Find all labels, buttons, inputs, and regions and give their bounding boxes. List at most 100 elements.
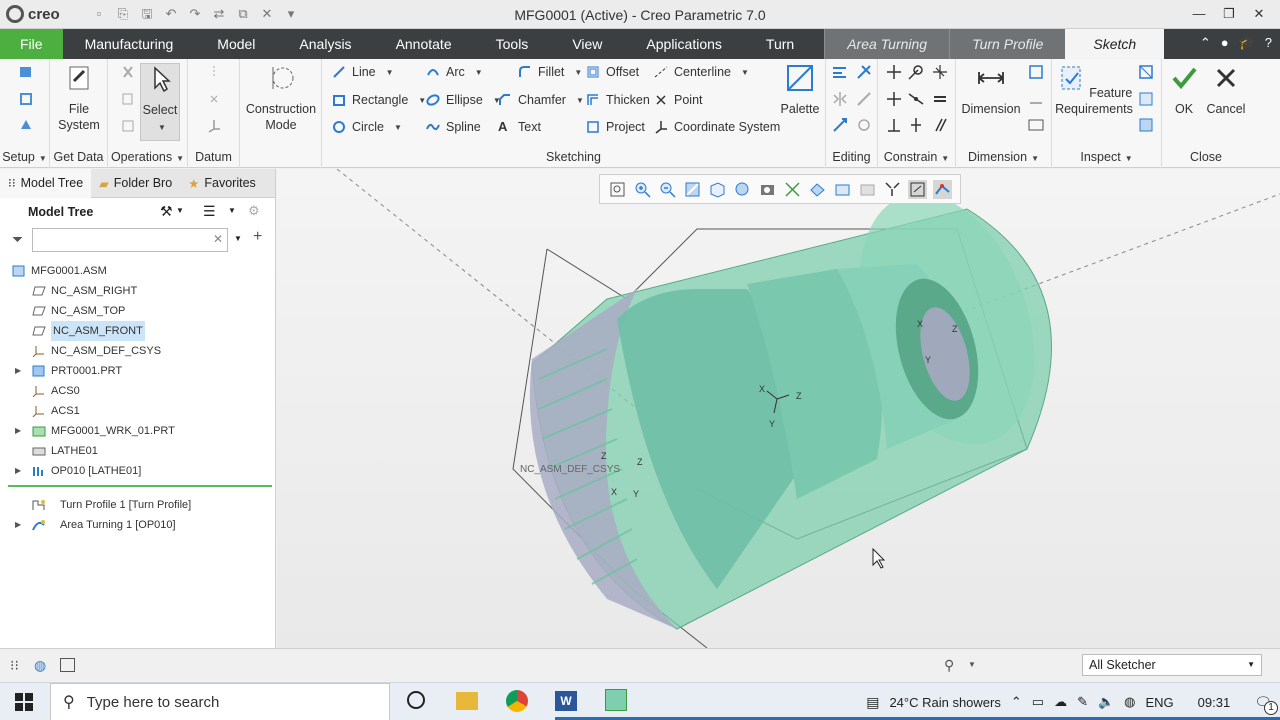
parallel-constraint-icon[interactable] — [932, 117, 948, 133]
graphics-viewport[interactable]: X Z Y X Z Y Z Z X Y NC_ASM_DEF_CSYS — [277, 169, 1280, 648]
hammer-icon[interactable]: ⚒ — [160, 203, 173, 220]
construction-mode-button[interactable]: Construction Mode — [242, 63, 320, 133]
full-screen-icon[interactable] — [60, 658, 75, 672]
graduation-cap-icon[interactable]: 🎓 — [1239, 35, 1255, 51]
offset-button[interactable]: Offset — [586, 65, 639, 79]
select-button[interactable]: Select ▼ — [140, 63, 180, 141]
community-icon[interactable]: ● — [1221, 35, 1229, 51]
reference-dimension-icon[interactable] — [1028, 117, 1044, 133]
language-indicator[interactable]: ENG — [1146, 695, 1174, 710]
overlapping-geometry-icon[interactable] — [1138, 64, 1154, 80]
pen-icon[interactable]: ✎ — [1077, 694, 1088, 710]
minimize-ribbon-icon[interactable]: ⌃ — [1200, 35, 1211, 51]
expand-icon[interactable]: ▶ — [15, 421, 21, 441]
tree-node-prt0001[interactable]: ▶ PRT0001.PRT — [0, 361, 276, 381]
tab-turn[interactable]: Turn — [744, 29, 824, 59]
file-system-button[interactable]: File System — [54, 63, 104, 133]
tab-tools[interactable]: Tools — [474, 29, 551, 59]
tree-node-workpiece[interactable]: ▶ MFG0001_WRK_01.PRT — [0, 421, 276, 441]
dimension-button[interactable]: Dimension — [960, 63, 1022, 117]
fillet-button[interactable]: Fillet ▼ — [518, 65, 582, 79]
sketcher-display-filter-icon[interactable] — [908, 179, 927, 199]
tab-sketch[interactable]: Sketch — [1065, 29, 1165, 59]
taskbar-search[interactable]: ⚲ Type here to search — [50, 683, 390, 720]
cancel-button[interactable]: Cancel — [1204, 63, 1248, 117]
text-button[interactable]: A Text — [498, 120, 541, 135]
operations-group-label[interactable]: Operations ▼ — [108, 150, 187, 164]
perspective-icon[interactable] — [783, 180, 802, 199]
sketch-view-icon[interactable] — [883, 180, 902, 199]
tab-view[interactable]: View — [550, 29, 624, 59]
tab-model-tree[interactable]: ⁝⁝ Model Tree — [0, 168, 92, 198]
weather-text[interactable]: 24°C Rain showers — [889, 695, 1000, 710]
tab-manufacturing[interactable]: Manufacturing — [63, 29, 196, 59]
tree-node-nc-asm-top[interactable]: NC_ASM_TOP — [0, 301, 276, 321]
datum-csys-icon[interactable] — [206, 117, 222, 133]
browser-toggle-icon[interactable]: ◍ — [34, 657, 46, 674]
tree-node-nc-asm-def-csys[interactable]: NC_ASM_DEF_CSYS — [0, 341, 276, 361]
ellipse-button[interactable]: Ellipse ▼ — [426, 93, 501, 107]
settings-dropdown-icon[interactable]: ▼ — [176, 206, 184, 215]
filter-settings-icon[interactable]: ⚙ — [248, 203, 260, 219]
corner-icon[interactable] — [856, 117, 872, 133]
setup-orient-icon[interactable] — [18, 117, 34, 133]
tab-folder-browser[interactable]: ▰ Folder Bro — [91, 169, 180, 198]
datum-display-icon[interactable] — [808, 180, 827, 199]
spin-center-icon[interactable] — [833, 180, 852, 199]
tab-turn-profile[interactable]: Turn Profile — [949, 29, 1066, 59]
volume-icon[interactable]: 🔈 — [1098, 694, 1114, 710]
tree-node-acs1[interactable]: ACS1 — [0, 401, 276, 421]
clock-time[interactable]: 09:31 — [1198, 695, 1231, 710]
find-dropdown-icon[interactable]: ▼ — [968, 660, 976, 669]
arc-button[interactable]: Arc ▼ — [426, 65, 483, 79]
perpendicular-constraint-icon[interactable] — [886, 117, 902, 133]
coordinate-system-button[interactable]: Coordinate System — [654, 120, 780, 134]
thicken-button[interactable]: Thicken — [586, 93, 650, 107]
cut-icon[interactable] — [120, 64, 136, 80]
rotate-resize-icon[interactable] — [832, 117, 848, 133]
restore-icon[interactable]: ❐ — [1214, 3, 1244, 25]
perimeter-icon[interactable] — [1028, 64, 1044, 80]
horizontal-constraint-icon[interactable] — [886, 91, 902, 107]
tab-file[interactable]: File — [0, 29, 63, 59]
expand-icon[interactable]: ▶ — [15, 461, 21, 481]
battery-icon[interactable]: ▭ — [1032, 694, 1044, 710]
feature-requirements-button[interactable]: Feature Requirements — [1054, 63, 1134, 117]
view-manager-icon[interactable] — [758, 180, 777, 199]
insert-here-line[interactable] — [8, 485, 272, 487]
navigator-toggle-icon[interactable]: ⁝⁝ — [10, 657, 19, 674]
tree-node-nc-asm-right[interactable]: NC_ASM_RIGHT — [0, 281, 276, 301]
show-hidden-icons-icon[interactable]: ⌃ — [1011, 694, 1022, 710]
copy-icon[interactable] — [120, 91, 136, 107]
equal-constraint-icon[interactable] — [932, 91, 948, 107]
clear-filter-icon[interactable]: ✕ — [213, 232, 223, 246]
shade-closed-loops-icon[interactable] — [1138, 117, 1154, 133]
help-icon[interactable]: ? — [1265, 35, 1272, 51]
modify-icon[interactable] — [832, 64, 848, 80]
centerline-button[interactable]: Centerline ▼ — [654, 65, 749, 79]
show-list-icon[interactable]: ☰ — [203, 203, 216, 220]
tab-favorites[interactable]: ★ Favorites — [180, 169, 264, 198]
tree-node-op010[interactable]: ▶ OP010 [LATHE01] — [0, 461, 276, 481]
tab-model[interactable]: Model — [195, 29, 277, 59]
notification-icon[interactable]: 🗨 1 — [1254, 694, 1278, 715]
creo-taskbar-icon[interactable] — [605, 689, 627, 711]
tree-node-area-turning[interactable]: ▶ Area Turning 1 [OP010] — [0, 515, 276, 535]
symmetric-constraint-icon[interactable] — [908, 117, 924, 133]
chrome-icon[interactable] — [506, 690, 528, 712]
selection-filter-select[interactable]: All Sketcher ▼ — [1082, 654, 1262, 676]
rectangle-button[interactable]: Rectangle ▼ — [332, 93, 426, 107]
tree-node-acs0[interactable]: ACS0 — [0, 381, 276, 401]
tree-node-asm[interactable]: MFG0001.ASM — [0, 261, 276, 281]
tree-node-lathe01[interactable]: LATHE01 — [0, 441, 276, 461]
network-icon[interactable]: ◍ — [1124, 694, 1135, 710]
saved-orientations-icon[interactable] — [733, 180, 752, 199]
mirror-icon[interactable] — [832, 91, 848, 107]
line-button[interactable]: Line ▼ — [332, 65, 394, 79]
chamfer-button[interactable]: Chamfer ▼ — [498, 93, 584, 107]
display-style-icon[interactable] — [708, 180, 727, 199]
setup-reference-icon[interactable] — [18, 91, 34, 107]
tangent-constraint-icon[interactable] — [908, 64, 924, 80]
constrain-group-label[interactable]: Constrain ▼ — [878, 150, 955, 164]
setup-sketch-plane-icon[interactable] — [18, 64, 34, 80]
